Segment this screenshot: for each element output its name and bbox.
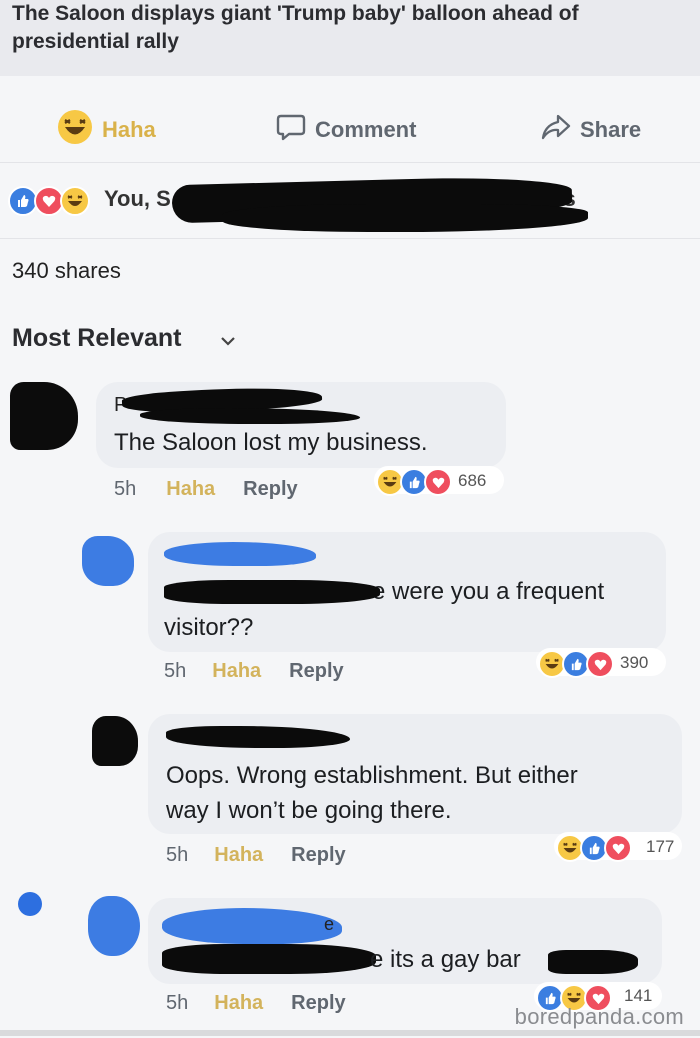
avatar[interactable] — [10, 382, 78, 450]
comment-time: 5h — [164, 660, 187, 682]
comment-text: e were you a frequent — [372, 578, 605, 605]
comment-text-line2: visitor?? — [164, 614, 254, 641]
comment-meta: 5h Haha Reply — [164, 660, 344, 683]
love-reaction-icon — [604, 834, 632, 862]
reply-link[interactable]: Reply — [291, 992, 345, 1015]
reaction-count: 141 — [624, 986, 653, 1005]
reply-link[interactable]: Reply — [289, 660, 343, 683]
comment-meta: 5h Haha Reply — [166, 992, 346, 1015]
haha-reaction-icon — [60, 186, 90, 216]
comment-icon — [275, 111, 307, 149]
reply-link[interactable]: Reply — [291, 844, 345, 867]
unread-indicator-dot — [18, 892, 42, 916]
comment-time: 5h — [166, 844, 189, 866]
haha-emoji-icon — [56, 108, 94, 152]
comment-button[interactable]: Comment — [275, 112, 416, 148]
redaction-mark — [222, 204, 588, 232]
comment-time: 5h — [166, 992, 189, 1014]
article-header[interactable]: The Saloon displays giant 'Trump baby' b… — [0, 0, 700, 76]
comment-text: The Saloon lost my business. — [114, 429, 428, 456]
haha-link[interactable]: Haha — [214, 844, 263, 867]
divider — [0, 162, 700, 163]
sort-dropdown-label[interactable]: Most Relevant — [12, 324, 181, 353]
reaction-icons[interactable] — [8, 186, 104, 216]
reactors-text[interactable]: You, S — [104, 186, 171, 212]
redaction-mark — [164, 580, 380, 604]
redaction-mark — [162, 908, 342, 944]
share-arrow-icon — [540, 111, 572, 149]
share-label: Share — [580, 117, 642, 142]
comment-text: Oops. Wrong establishment. But either — [166, 762, 578, 789]
redaction-mark — [164, 542, 316, 566]
reaction-count: 177 — [646, 837, 675, 856]
reply-link[interactable]: Reply — [243, 478, 297, 501]
chevron-down-icon[interactable] — [220, 334, 236, 352]
haha-link[interactable]: Haha — [214, 992, 263, 1015]
shares-count[interactable]: 340 shares — [12, 258, 121, 284]
avatar[interactable] — [92, 716, 138, 766]
haha-label: Haha — [102, 117, 156, 142]
haha-link[interactable]: Haha — [212, 660, 261, 683]
comment-meta: 5h Haha Reply — [114, 478, 298, 501]
love-reaction-icon — [586, 650, 614, 678]
reaction-count: 686 — [458, 471, 487, 490]
redaction-mark — [140, 408, 360, 424]
boredpanda-watermark: boredpanda.com — [514, 1004, 684, 1029]
commenter-name[interactable]: e — [324, 914, 334, 935]
comment-label: Comment — [315, 117, 417, 142]
divider — [0, 1030, 700, 1036]
reaction-count: 390 — [620, 653, 649, 672]
share-button[interactable]: Share — [540, 112, 641, 148]
comment-meta: 5h Haha Reply — [166, 844, 346, 867]
avatar[interactable] — [82, 536, 134, 586]
article-title[interactable]: The Saloon displays giant 'Trump baby' b… — [12, 0, 692, 56]
avatar[interactable] — [88, 896, 140, 956]
divider — [0, 238, 700, 239]
haha-link[interactable]: Haha — [166, 478, 215, 501]
redaction-mark — [548, 950, 638, 974]
comment-text: e its a gay bar — [370, 946, 521, 973]
comment-text-line2: way I won’t be going there. — [166, 797, 452, 824]
love-reaction-icon — [424, 468, 452, 496]
haha-reaction-button[interactable]: Haha — [56, 110, 156, 148]
redaction-mark — [162, 944, 376, 974]
comment-time: 5h — [114, 478, 137, 500]
